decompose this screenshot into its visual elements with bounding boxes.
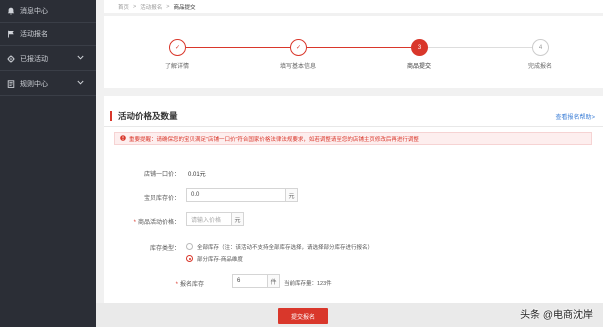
stock-price-unit: 元 [286, 188, 298, 202]
current-stock-text: 当前库存量：123件 [284, 281, 332, 287]
step-connector [186, 47, 290, 48]
step-2-label: 填写基本信息 [279, 64, 317, 70]
document-icon [6, 80, 15, 89]
step-connector [307, 47, 411, 48]
step-4-label: 完成报名 [527, 64, 553, 70]
step-connector [428, 47, 532, 48]
step-2-check-icon: ✓ [290, 39, 307, 56]
inventory-all-text: 全部库存（注：该活动不支持全部库存选择，请选择部分库存进行报名） [197, 245, 374, 251]
breadcrumb-separator: > [166, 3, 170, 10]
inventory-partial-radio[interactable] [186, 255, 193, 262]
sidebar-item-label: 规则中心 [20, 81, 48, 88]
signup-stock-label: * 报名库存 [132, 279, 204, 288]
step-4-number: 4 [532, 39, 549, 56]
divider [104, 126, 603, 127]
watermark-text: 头条 @电商沈岸 [520, 310, 593, 321]
sidebar-item-label: 已报活动 [20, 56, 48, 63]
shop-price-label: 店铺一口价： [143, 172, 180, 178]
sidebar-item-message-center[interactable]: 消息中心 [0, 0, 96, 22]
signup-help-link[interactable]: 查看报名帮助> [555, 112, 595, 121]
sidebar-item-label: 活动报名 [20, 31, 48, 38]
sidebar-item-label: 消息中心 [20, 8, 48, 15]
sidebar-item-activity-signup[interactable]: 活动报名 [0, 23, 96, 45]
submit-signup-button[interactable]: 提交报名 [278, 308, 328, 324]
inventory-type-label: 库存类型： [149, 246, 180, 252]
progress-steps: ✓ 了解详情 ✓ 填写基本信息 3 商品提交 4 完成报名 [104, 16, 603, 88]
breadcrumb-parent-link[interactable]: 活动报名 [140, 3, 162, 11]
signup-stock-input[interactable]: 6 [232, 274, 268, 288]
section-title: 活动价格及数量 [118, 111, 178, 121]
activity-form: 活动价格及数量 查看报名帮助> 重要提醒：请确保您的宝贝满足"店铺一口价"符合国… [104, 96, 603, 311]
stock-price-label: 宝贝库存价： [143, 196, 180, 202]
step-1-label: 了解详情 [164, 64, 190, 70]
breadcrumb-separator: > [133, 3, 137, 10]
required-marker: * [175, 282, 178, 288]
divider [0, 70, 96, 71]
activity-price-input[interactable]: 请输入价格 [186, 212, 232, 226]
chevron-down-icon [77, 55, 84, 62]
sidebar: 消息中心 活动报名 已报活动 规则中心 [0, 0, 96, 327]
section-accent-bar [110, 111, 112, 121]
signup-stock-unit: 件 [268, 274, 280, 288]
activity-price-label: * 商品活动价格： [108, 217, 180, 226]
notice-banner: 重要提醒：请确保您的宝贝满足"店铺一口价"符合国家价格法律法规要求，如若调整请至… [114, 132, 592, 145]
breadcrumb-current: 商品提交 [173, 4, 196, 11]
step-1-check-icon: ✓ [169, 39, 186, 56]
required-marker: * [133, 220, 136, 226]
activity-price-label-text: 商品活动价格： [137, 220, 180, 226]
gear-icon [6, 55, 15, 64]
breadcrumb-home-link[interactable]: 首页 [118, 3, 129, 11]
inventory-all-radio[interactable] [186, 243, 193, 250]
sidebar-item-registered-activities[interactable]: 已报活动 [0, 48, 96, 70]
stock-price-input[interactable]: 0.0 [186, 188, 286, 202]
sidebar-item-rule-center[interactable]: 规则中心 [0, 73, 96, 95]
step-3-number: 3 [411, 39, 428, 56]
notice-text: 重要提醒：请确保您的宝贝满足"店铺一口价"符合国家价格法律法规要求，如若调整请至… [129, 136, 419, 143]
signup-stock-label-text: 报名库存 [179, 282, 204, 288]
chevron-down-icon [77, 80, 84, 87]
divider [0, 95, 96, 96]
bell-icon [6, 7, 15, 16]
warning-icon [120, 134, 126, 143]
breadcrumb: 首页 > 活动报名 > 商品提交 [104, 0, 603, 13]
activity-price-unit: 元 [232, 212, 244, 226]
divider [0, 45, 96, 46]
step-3-label: 商品提交 [406, 64, 432, 70]
shop-price-value: 0.01元 [188, 172, 206, 178]
inventory-partial-text: 部分库存-商品维度 [197, 257, 243, 263]
flag-icon [6, 30, 15, 39]
